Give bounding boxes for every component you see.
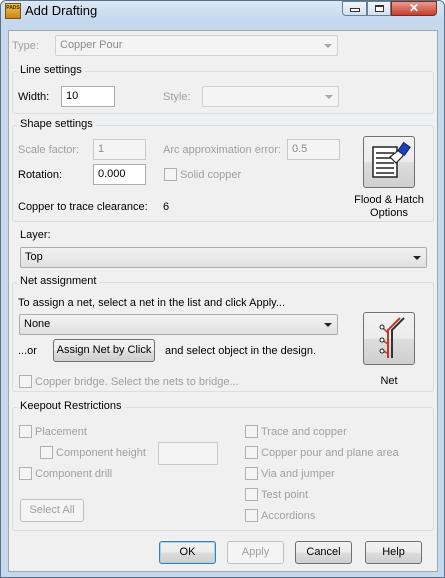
net-assignment-group: Net assignment To assign a net, select a… (12, 275, 434, 392)
component-drill-checkbox (19, 467, 32, 480)
layer-combo[interactable]: Top (20, 247, 427, 268)
net-assignment-title: Net assignment (17, 275, 100, 287)
layer-label: Layer: (20, 229, 51, 241)
net-instruction: To assign a net, select a net in the lis… (18, 297, 285, 309)
flood-hatch-label-line1: Flood & Hatch (354, 194, 424, 206)
layer-value: Top (25, 251, 43, 263)
net-combo[interactable]: None (19, 314, 338, 335)
copper-bridge-label: Copper bridge. Select the nets to bridge… (35, 376, 239, 388)
keepout-title: Keepout Restrictions (17, 400, 125, 412)
arc-error-label: Arc approximation error: (163, 144, 281, 156)
flood-hatch-label-line2: Options (370, 207, 408, 219)
shape-settings-title: Shape settings (17, 118, 96, 130)
dialog-client-area: Type: Copper Pour Line settings Width: 1… (8, 30, 438, 572)
cancel-button[interactable]: Cancel (295, 541, 352, 564)
close-button[interactable]: ✕ (391, 1, 437, 16)
line-settings-title: Line settings (17, 64, 85, 76)
chevron-down-icon (413, 256, 421, 260)
placement-checkbox (19, 425, 32, 438)
scale-factor-input: 1 (93, 139, 146, 160)
assign-net-after-text: and select object in the design. (165, 345, 317, 357)
component-drill-label: Component drill (35, 468, 113, 480)
net-value: None (24, 318, 51, 330)
add-drafting-dialog: PADS Add Drafting ✕ Type: Copper Pour Li… (0, 0, 445, 578)
flood-hatch-button[interactable] (363, 136, 415, 188)
shape-settings-group: Shape settings Scale factor: 1 Arc appro… (12, 118, 434, 222)
chevron-down-icon (325, 95, 333, 99)
accordions-label: Accordions (261, 510, 316, 522)
component-height-input (158, 442, 218, 465)
minimize-icon (351, 9, 359, 11)
help-button[interactable]: Help (365, 541, 422, 564)
test-point-checkbox (245, 488, 258, 501)
solid-copper-checkbox (164, 168, 177, 181)
chevron-down-icon (324, 44, 332, 48)
copper-pour-plane-label: Copper pour and plane area (261, 447, 399, 459)
close-icon: ✕ (408, 1, 420, 15)
component-height-checkbox (40, 446, 53, 459)
placement-label: Placement (35, 426, 87, 438)
style-combo (202, 86, 339, 107)
type-value: Copper Pour (60, 39, 123, 51)
flood-hatch-icon (372, 141, 411, 178)
line-settings-group: Line settings Width: 10 Style: (12, 64, 434, 114)
chevron-down-icon (324, 323, 332, 327)
net-traces-icon (379, 317, 405, 358)
net-button-label: Net (380, 375, 398, 387)
via-jumper-checkbox (245, 467, 258, 480)
type-label: Type: (12, 40, 39, 52)
net-button[interactable] (363, 312, 415, 365)
type-combo: Copper Pour (55, 35, 338, 56)
via-jumper-label: Via and jumper (261, 468, 335, 480)
accordions-checkbox (245, 509, 258, 522)
or-label: ...or (18, 345, 37, 357)
window-title: Add Drafting (25, 3, 98, 18)
copper-bridge-checkbox (19, 375, 32, 388)
pads-app-icon: PADS (5, 3, 21, 19)
clearance-value: 6 (163, 201, 170, 213)
solid-copper-label: Solid copper (180, 169, 242, 181)
component-height-label: Component height (56, 447, 146, 459)
title-bar[interactable]: PADS Add Drafting ✕ (1, 1, 444, 23)
style-label: Style: (163, 91, 191, 103)
trace-copper-checkbox (245, 425, 258, 438)
test-point-label: Test point (261, 489, 309, 501)
assign-net-by-click-button[interactable]: Assign Net by Click (53, 339, 155, 362)
minimize-button[interactable] (342, 1, 367, 16)
width-label: Width: (18, 91, 50, 103)
ok-button[interactable]: OK (159, 541, 216, 564)
arc-error-input: 0.5 (287, 139, 340, 160)
select-all-button: Select All (20, 499, 84, 522)
rotation-input[interactable]: 0.000 (93, 164, 146, 185)
scale-factor-label: Scale factor: (18, 144, 80, 156)
app-badge-text: PADS (6, 5, 20, 11)
rotation-label: Rotation: (18, 169, 63, 181)
keepout-group: Keepout Restrictions Placement Component… (12, 400, 434, 531)
maximize-icon (375, 5, 384, 12)
apply-button: Apply (227, 541, 284, 564)
trace-copper-label: Trace and copper (261, 426, 347, 438)
clearance-label: Copper to trace clearance: (18, 201, 148, 213)
width-input[interactable]: 10 (61, 86, 115, 107)
copper-pour-plane-checkbox (245, 446, 258, 459)
maximize-button[interactable] (367, 1, 391, 16)
